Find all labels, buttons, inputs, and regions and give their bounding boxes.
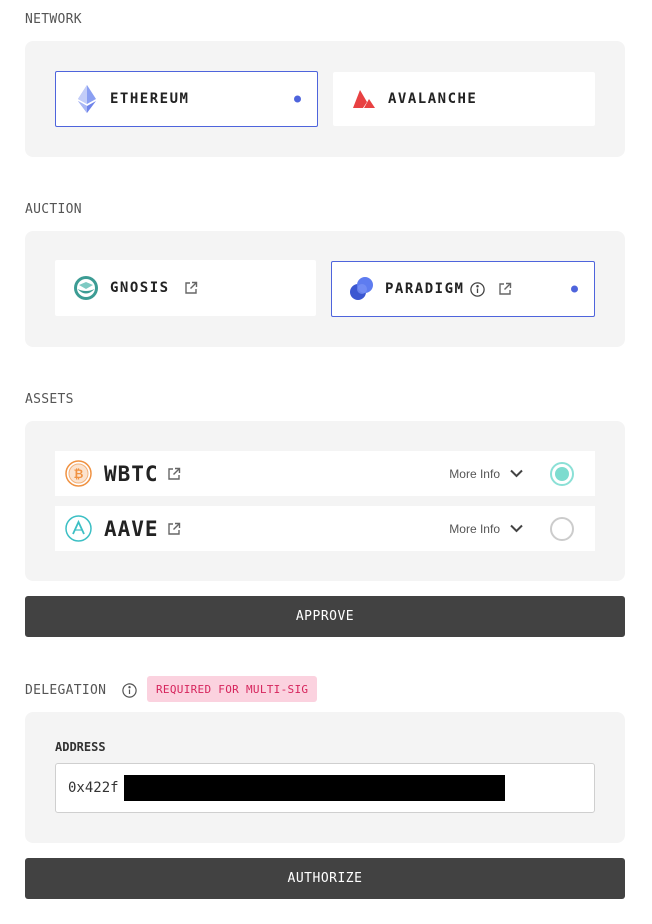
network-option-label: ETHEREUM — [110, 91, 190, 107]
authorize-button[interactable]: AUTHORIZE — [25, 858, 625, 899]
asset-name: WBTC — [104, 461, 159, 486]
network-option-avalanche[interactable]: AVALANCHE — [333, 72, 595, 126]
aave-icon — [65, 515, 92, 542]
info-icon[interactable] — [470, 281, 486, 297]
selected-indicator — [294, 95, 301, 103]
asset-select-radio[interactable] — [550, 516, 574, 541]
external-link-icon[interactable] — [167, 467, 181, 481]
more-info-toggle[interactable]: More Info — [449, 522, 523, 536]
chevron-down-icon — [510, 524, 523, 533]
auction-option-gnosis[interactable]: GNOSIS — [55, 260, 316, 316]
avalanche-icon — [353, 90, 375, 108]
paradigm-icon — [349, 276, 375, 302]
address-field[interactable] — [55, 763, 595, 813]
chevron-down-icon — [510, 469, 523, 478]
auction-option-label: PARADIGM — [385, 281, 465, 297]
address-label: ADDRESS — [55, 740, 106, 754]
more-info-label: More Info — [449, 521, 500, 536]
ethereum-icon — [77, 85, 97, 113]
external-link-icon[interactable] — [184, 281, 198, 295]
external-link-icon[interactable] — [498, 282, 512, 296]
delegation-section-label: DELEGATION — [25, 683, 106, 698]
address-input[interactable] — [68, 780, 124, 796]
asset-row-aave[interactable]: AAVE More Info — [55, 506, 595, 551]
network-option-label: AVALANCHE — [388, 91, 478, 107]
redacted-address — [124, 775, 505, 801]
auction-section-label: AUCTION — [25, 202, 82, 217]
delegation-label: DELEGATION — [25, 683, 107, 698]
external-link-icon[interactable] — [167, 522, 181, 536]
network-option-ethereum[interactable]: ETHEREUM — [55, 71, 318, 127]
auction-option-paradigm[interactable]: PARADIGM — [331, 261, 595, 317]
bitcoin-icon: ₿ — [65, 460, 92, 487]
gnosis-icon — [74, 276, 98, 300]
asset-name: AAVE — [104, 516, 159, 541]
approve-button[interactable]: APPROVE — [25, 596, 625, 637]
multisig-required-badge: REQUIRED FOR MULTI-SIG — [147, 676, 318, 702]
asset-row-wbtc[interactable]: ₿ WBTC More Info — [55, 451, 595, 496]
assets-section-label: ASSETS — [25, 392, 74, 407]
network-panel: ETHEREUM AVALANCHE — [25, 41, 625, 157]
auction-option-label: GNOSIS — [110, 280, 170, 296]
more-info-toggle[interactable]: More Info — [449, 467, 523, 481]
selected-indicator — [571, 285, 578, 293]
more-info-label: More Info — [449, 466, 500, 481]
asset-select-radio[interactable] — [550, 461, 574, 486]
info-icon[interactable] — [122, 683, 137, 698]
svg-text:₿: ₿ — [74, 467, 84, 481]
auction-panel: GNOSIS PARADIGM — [25, 231, 625, 347]
network-section-label: NETWORK — [25, 12, 82, 27]
assets-panel: ₿ WBTC More Info AAVE More Info — [25, 421, 625, 581]
